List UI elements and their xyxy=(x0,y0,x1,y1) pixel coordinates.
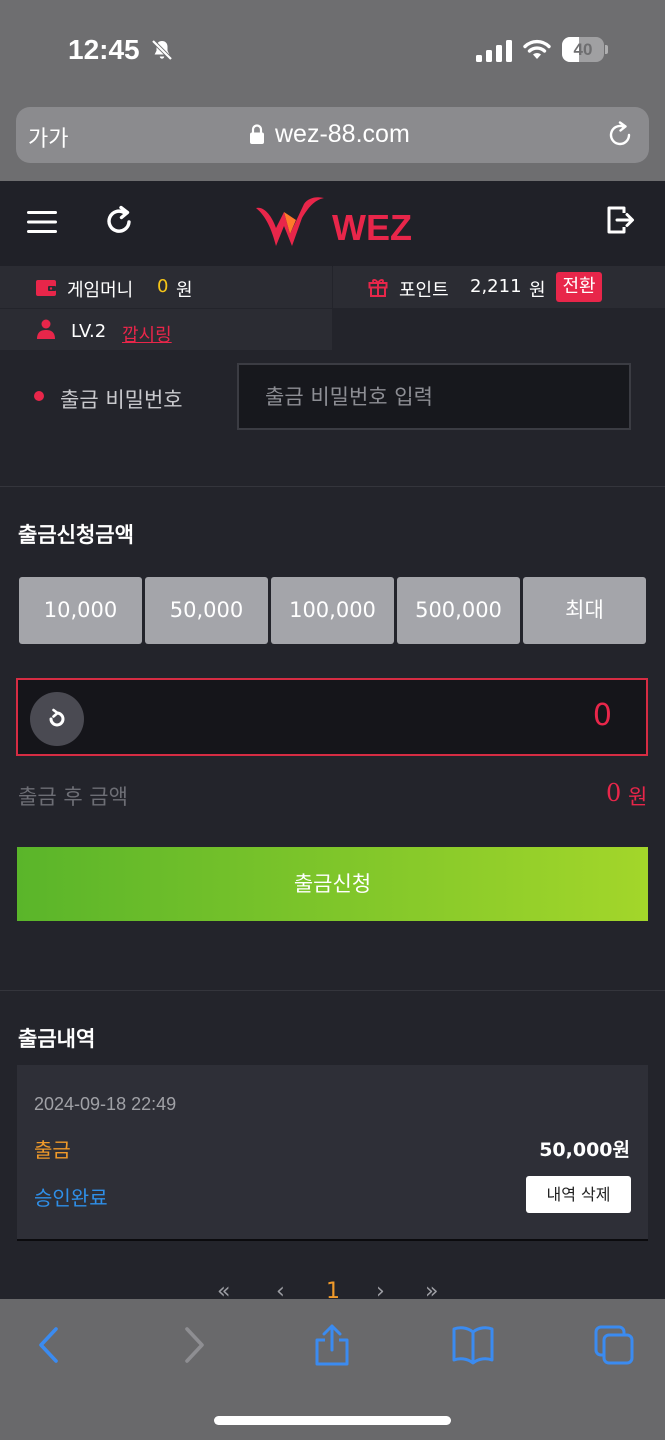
balance-after-unit: 원 xyxy=(628,785,648,809)
user-icon xyxy=(37,319,55,339)
back-icon[interactable] xyxy=(36,1324,62,1366)
share-icon[interactable] xyxy=(313,1324,351,1366)
quick-amount-50000[interactable]: 50,000 xyxy=(145,577,268,644)
browser-toolbar xyxy=(0,1299,665,1440)
logo-text: WEZ xyxy=(332,207,412,248)
app-header: WEZ xyxy=(0,181,665,267)
history-item: 2024-09-18 22:49 출금 50,000원 승인완료 내역 삭제 xyxy=(17,1065,648,1241)
info-empty-cell xyxy=(333,309,665,350)
required-dot xyxy=(34,391,44,401)
quick-amount-10000[interactable]: 10,000 xyxy=(19,577,142,644)
points-info: 포인트 2,211 원 전환 xyxy=(333,266,665,308)
game-money-value: 0 xyxy=(157,276,169,297)
balance-after-value: 0 xyxy=(606,779,622,807)
reset-amount-button[interactable] xyxy=(30,692,84,746)
user-level-info: LV.2 깝시링 xyxy=(0,309,332,350)
lock-icon xyxy=(250,124,264,144)
quick-amount-500000[interactable]: 500,000 xyxy=(397,577,520,644)
withdraw-password-label: 출금 비밀번호 xyxy=(60,388,183,412)
reset-icon xyxy=(49,708,65,727)
delete-history-button[interactable]: 내역 삭제 xyxy=(526,1176,631,1213)
wallet-icon xyxy=(36,280,56,296)
section-divider xyxy=(0,990,665,991)
withdraw-history-title: 출금내역 xyxy=(18,1027,96,1051)
text-size-button[interactable]: 가가 xyxy=(28,121,68,153)
forward-icon[interactable] xyxy=(181,1324,207,1366)
battery-percent: 40 xyxy=(573,40,593,59)
bookmarks-icon[interactable] xyxy=(451,1324,495,1366)
wez-logo[interactable]: WEZ xyxy=(254,194,414,250)
withdraw-password-row: 출금 비밀번호 xyxy=(0,350,665,487)
quick-amount-max[interactable]: 최대 xyxy=(523,577,646,644)
tabs-icon[interactable] xyxy=(593,1324,635,1366)
history-date: 2024-09-18 22:49 xyxy=(34,1094,177,1114)
user-nickname[interactable]: 깝시링 xyxy=(122,321,172,347)
status-time: 12:45 xyxy=(68,34,140,65)
bell-off-icon xyxy=(151,39,173,61)
cell-signal-icon xyxy=(476,40,512,62)
reload-icon[interactable] xyxy=(605,120,635,150)
history-status: 승인완료 xyxy=(34,1186,108,1210)
withdraw-amount-value: 0 xyxy=(592,698,612,733)
withdraw-amount-field[interactable]: 0 xyxy=(16,678,648,756)
withdraw-submit-button[interactable]: 출금신청 xyxy=(17,847,648,921)
withdraw-password-input[interactable] xyxy=(237,363,631,430)
url-text[interactable]: wez-88.com xyxy=(275,120,410,149)
withdraw-amount-title: 출금신청금액 xyxy=(18,523,134,547)
game-money-info: 게임머니 0 원 xyxy=(0,266,332,308)
convert-button[interactable]: 전환 xyxy=(556,272,602,302)
home-indicator xyxy=(214,1416,451,1425)
balance-after-label: 출금 후 금액 xyxy=(18,785,128,809)
status-bar: 12:45 40 xyxy=(0,0,665,100)
game-money-unit: 원 xyxy=(176,280,193,301)
menu-icon[interactable] xyxy=(27,208,57,236)
battery-tip xyxy=(605,45,608,54)
logout-icon[interactable] xyxy=(605,204,637,236)
history-type: 출금 xyxy=(34,1138,71,1162)
user-level: LV.2 xyxy=(71,321,107,342)
browser-address-area: 가가 wez-88.com xyxy=(0,100,665,182)
game-money-label: 게임머니 xyxy=(67,280,134,301)
gift-icon xyxy=(368,279,388,297)
wifi-icon xyxy=(523,39,551,59)
refresh-icon[interactable] xyxy=(103,205,135,237)
address-bar[interactable]: 가가 wez-88.com xyxy=(16,107,649,163)
quick-amount-100000[interactable]: 100,000 xyxy=(271,577,394,644)
history-amount: 50,000원 xyxy=(539,1139,630,1161)
points-label: 포인트 xyxy=(399,280,449,301)
battery-indicator: 40 xyxy=(562,37,608,62)
points-value: 2,211 xyxy=(470,276,522,297)
points-unit: 원 xyxy=(529,280,546,301)
